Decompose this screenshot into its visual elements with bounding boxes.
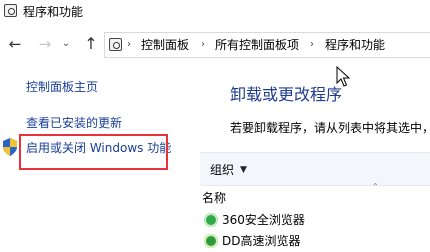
organize-button[interactable]: 组织 [210,162,234,178]
360-browser-icon [204,213,218,227]
title-bar: 程序和功能 [0,0,430,26]
breadcrumb-separator-icon[interactable]: › [310,37,314,53]
sidebar-item-view-installed-updates[interactable]: 查看已安装的更新 [26,115,122,131]
breadcrumb-programs-features[interactable]: 程序和功能 [325,36,385,54]
sort-ascending-icon: ⌃ [372,182,379,191]
breadcrumb-all-items[interactable]: 所有控制面板项 [215,36,299,54]
forward-arrow-icon[interactable]: → [36,34,54,54]
back-arrow-icon[interactable]: ← [6,34,24,54]
breadcrumb-separator-icon[interactable]: › [201,37,205,53]
highlight-box [19,134,168,170]
mouse-cursor-icon [336,66,350,87]
program-name: DD高速浏览器 [222,234,301,248]
control-panel-icon [109,38,122,51]
breadcrumb-separator-icon[interactable]: › [127,37,131,53]
column-header-name[interactable]: 名称 [202,190,226,206]
dropdown-chevron-icon[interactable]: ⌄ [60,34,72,54]
window-title: 程序和功能 [23,5,84,19]
dd-browser-icon [204,234,218,248]
page-description: 若要卸载程序，请从列表中将其选中， [230,121,430,135]
list-item[interactable]: DD高速浏览器 [204,233,430,251]
sidebar-item-control-panel-home[interactable]: 控制面板主页 [26,79,98,95]
dropdown-arrow-icon[interactable]: ▼ [240,163,247,177]
list-item[interactable]: 360安全浏览器 [204,212,430,230]
shield-icon [3,138,17,156]
breadcrumb-control-panel[interactable]: 控制面板 [141,36,189,54]
navigation-bar: ← → ⌄ ↑ › 控制面板 › 所有控制面板项 › 程序和功能 [0,30,430,60]
up-arrow-icon[interactable]: ↑ [82,34,100,54]
program-name: 360安全浏览器 [222,213,305,227]
address-bar[interactable]: › 控制面板 › 所有控制面板项 › 程序和功能 [104,32,430,58]
page-title: 卸载或更改程序 [230,85,343,104]
programs-and-features-icon [4,4,17,17]
toolbar: 组织 ▼ [200,152,430,186]
